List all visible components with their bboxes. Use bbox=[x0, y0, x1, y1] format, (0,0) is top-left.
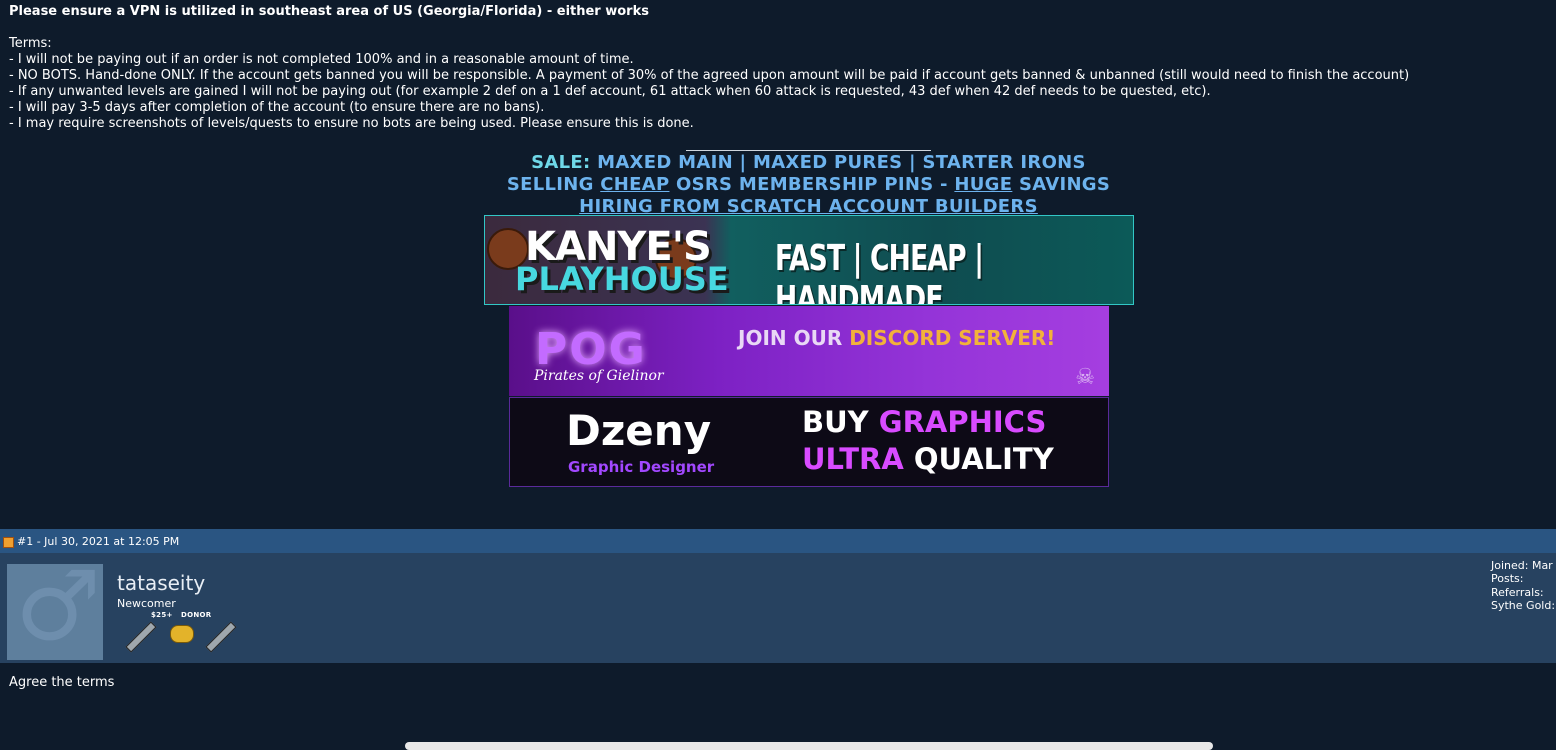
signature-divider bbox=[686, 150, 931, 151]
signature-line-sale: SALE: MAXED MAIN | MAXED PURES | STARTER… bbox=[0, 152, 1556, 173]
horizontal-scrollbar[interactable] bbox=[405, 742, 1213, 750]
user-rank: Newcomer bbox=[117, 597, 176, 610]
terms-item: - If any unwanted levels are gained I wi… bbox=[9, 84, 1211, 99]
terms-heading: Terms: bbox=[9, 36, 52, 51]
post-header-bar: #1 - Jul 30, 2021 at 12:05 PM bbox=[0, 529, 1556, 553]
joined-stat: Joined: Mar bbox=[1491, 559, 1553, 572]
cheap-text: CHEAP bbox=[600, 174, 670, 195]
male-symbol-icon: ♂ bbox=[15, 564, 102, 660]
post-permalink[interactable]: #1 - Jul 30, 2021 at 12:05 PM bbox=[17, 535, 179, 548]
terms-item: - I will not be paying out if an order i… bbox=[9, 52, 634, 67]
kanyes-playhouse-banner[interactable]: KANYE'S PLAYHOUSE FAST | CHEAP | HANDMAD… bbox=[484, 215, 1134, 305]
skull-icon: ☠ bbox=[1075, 365, 1095, 390]
huge-text: HUGE bbox=[954, 174, 1013, 195]
hiring-link[interactable]: HIRING FROM SCRATCH ACCOUNT BUILDERS bbox=[579, 196, 1038, 217]
separator: | bbox=[739, 152, 747, 173]
post-icon bbox=[3, 537, 14, 548]
maxed-main-link[interactable]: MAXED MAIN bbox=[597, 152, 733, 173]
user-badges: $25+ DONOR bbox=[125, 611, 240, 653]
slogan-word: BUY bbox=[802, 405, 869, 439]
pog-subtitle: Pirates of Gielinor bbox=[534, 368, 664, 384]
terms-item: - I will pay 3-5 days after completion o… bbox=[9, 100, 545, 115]
dzeny-logo: Dzeny bbox=[566, 406, 712, 455]
sword-icon bbox=[125, 621, 157, 653]
avatar[interactable]: ♂ bbox=[7, 564, 103, 660]
terms-block: Terms: - I will not be paying out if an … bbox=[9, 36, 1549, 132]
banner-tagline: FAST | CHEAP | HANDMADE bbox=[775, 238, 984, 305]
slogan-highlight: GRAPHICS bbox=[878, 405, 1047, 439]
original-post-body: Please ensure a VPN is utilized in south… bbox=[9, 4, 1549, 132]
signature-line-pins[interactable]: SELLING CHEAP OSRS MEMBERSHIP PINS - HUG… bbox=[0, 174, 1556, 195]
join-prefix: JOIN OUR bbox=[738, 326, 843, 350]
user-info-panel: ♂ tataseity Newcomer $25+ DONOR Joined: … bbox=[0, 553, 1556, 663]
terms-item: - NO BOTS. Hand-done ONLY. If the accoun… bbox=[9, 68, 1410, 83]
vpn-notice: Please ensure a VPN is utilized in south… bbox=[9, 4, 649, 19]
separator: | bbox=[909, 152, 916, 173]
terms-item: - I may require screenshots of levels/qu… bbox=[9, 116, 694, 131]
maxed-pures-link[interactable]: MAXED PURES bbox=[753, 152, 902, 173]
reply-content: Agree the terms bbox=[9, 675, 115, 690]
coins-icon bbox=[170, 625, 194, 643]
osrs-pins-text: OSRS MEMBERSHIP PINS - bbox=[676, 174, 948, 195]
username[interactable]: tataseity bbox=[117, 571, 205, 595]
sword-icon bbox=[205, 621, 237, 653]
dzeny-slogan: BUY GRAPHICS ULTRA QUALITY bbox=[802, 404, 1054, 478]
selling-text: SELLING bbox=[506, 174, 594, 195]
user-stats: Joined: Mar Posts: Referrals: Sythe Gold… bbox=[1491, 559, 1555, 612]
banner-logo-bottom: PLAYHOUSE bbox=[515, 260, 729, 298]
slogan-highlight: ULTRA bbox=[802, 442, 904, 476]
join-discord-text: JOIN OUR DISCORD SERVER! bbox=[738, 326, 1055, 350]
pog-discord-banner[interactable]: POG Pirates of Gielinor JOIN OUR DISCORD… bbox=[509, 306, 1109, 396]
join-highlight: DISCORD SERVER! bbox=[849, 326, 1056, 350]
donor-amount-label: $25+ bbox=[151, 611, 173, 619]
dzeny-subtitle: Graphic Designer bbox=[568, 458, 715, 476]
savings-text: SAVINGS bbox=[1018, 174, 1111, 195]
referrals-stat: Referrals: bbox=[1491, 585, 1544, 599]
starter-irons-link[interactable]: STARTER IRONS bbox=[922, 152, 1085, 173]
posts-stat: Posts: bbox=[1491, 572, 1524, 586]
dzeny-graphics-banner[interactable]: Dzeny Graphic Designer BUY GRAPHICS ULTR… bbox=[509, 397, 1109, 487]
signature-line-hiring[interactable]: HIRING FROM SCRATCH ACCOUNT BUILDERS bbox=[0, 196, 1556, 217]
donor-label: DONOR bbox=[181, 611, 212, 619]
slogan-word: QUALITY bbox=[913, 442, 1054, 476]
gold-stat: Sythe Gold: bbox=[1491, 598, 1556, 612]
sale-label: SALE: bbox=[531, 152, 591, 173]
